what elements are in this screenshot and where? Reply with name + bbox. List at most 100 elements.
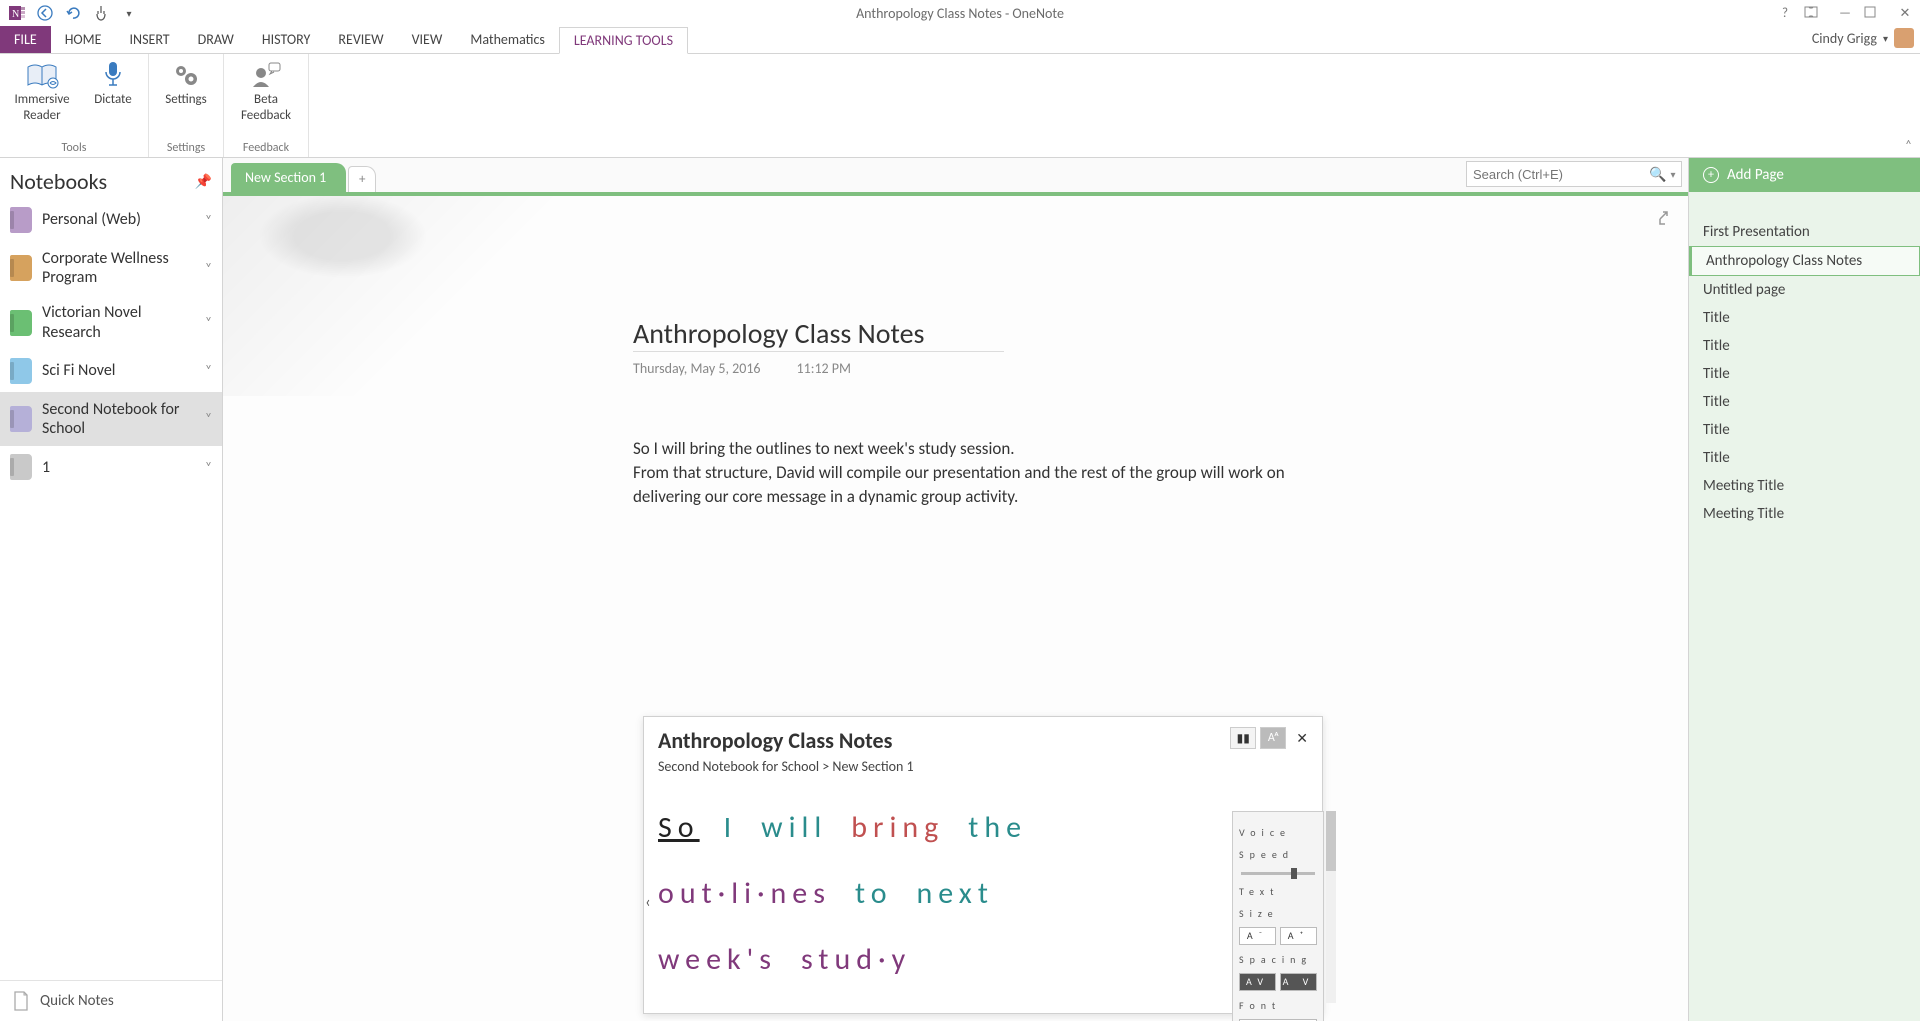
page-item[interactable]: Anthropology Class Notes <box>1689 246 1920 276</box>
notebooks-header: Notebooks <box>10 168 107 195</box>
section-tabs-bar: New Section 1 + 🔍 ▾ <box>223 158 1688 192</box>
page-surface[interactable]: Anthropology Class Notes Thursday, May 5… <box>223 196 1688 1021</box>
ribbon-group-settings: Settings Settings <box>149 54 224 157</box>
undo-button[interactable] <box>62 2 84 24</box>
immersive-reader-button[interactable]: ImmersiveReader <box>10 58 74 123</box>
add-section-button[interactable]: + <box>348 166 376 192</box>
tab-learning-tools[interactable]: LEARNING TOOLS <box>559 27 688 54</box>
touch-mode-button[interactable] <box>90 2 112 24</box>
back-button[interactable] <box>34 2 56 24</box>
full-screen-button[interactable] <box>1804 6 1826 21</box>
notebook-swatch <box>10 255 32 281</box>
notebook-swatch <box>10 207 32 233</box>
tab-insert[interactable]: INSERT <box>116 26 184 53</box>
tab-history[interactable]: HISTORY <box>248 26 325 53</box>
notebook-swatch <box>10 406 32 432</box>
dictate-button[interactable]: Dictate <box>88 58 138 123</box>
tab-view[interactable]: VIEW <box>398 26 457 53</box>
text-size-decrease[interactable]: A⁻ <box>1239 927 1276 945</box>
user-account[interactable]: Cindy Grigg ▾ <box>1812 28 1914 48</box>
quick-notes-button[interactable]: Quick Notes <box>0 980 222 1021</box>
add-page-button[interactable]: + Add Page <box>1689 158 1920 192</box>
search-icon[interactable]: 🔍 <box>1649 166 1666 183</box>
ribbon-collapse-button[interactable]: ˄ <box>1905 138 1912 153</box>
chevron-down-icon[interactable]: ˅ <box>205 315 212 330</box>
page-background-sketch <box>223 196 593 396</box>
immersive-prev-button[interactable]: ‹ <box>642 885 660 920</box>
tab-home[interactable]: HOME <box>51 26 116 53</box>
chevron-down-icon: ▾ <box>1312 1017 1323 1021</box>
pin-icon[interactable]: 📌 <box>195 173 212 190</box>
help-button[interactable]: ? <box>1774 6 1796 21</box>
qat-dropdown[interactable]: ▾ <box>118 2 140 24</box>
search-scope-dropdown[interactable]: ▾ <box>1666 168 1675 181</box>
center-column: New Section 1 + 🔍 ▾ Anthropology Class N… <box>223 158 1688 1021</box>
page-item[interactable]: Title <box>1689 304 1920 332</box>
page-list: First PresentationAnthropology Class Not… <box>1689 192 1920 1021</box>
tab-file[interactable]: FILE <box>0 26 51 53</box>
immersive-parts-of-speech-button[interactable]: ▮▮ <box>1230 727 1256 749</box>
notebook-item[interactable]: Personal (Web) ˅ <box>0 199 222 241</box>
notebook-name: Corporate Wellness Program <box>42 249 195 287</box>
page-title[interactable]: Anthropology Class Notes <box>633 316 1004 352</box>
pop-out-icon[interactable] <box>1658 210 1674 226</box>
page-item[interactable]: First Presentation <box>1689 218 1920 246</box>
immersive-title: Anthropology Class Notes <box>658 727 892 754</box>
minimize-button[interactable]: — <box>1834 6 1856 21</box>
tab-draw[interactable]: DRAW <box>184 26 248 53</box>
page-item[interactable]: Title <box>1689 360 1920 388</box>
notebook-item[interactable]: Sci Fi Novel ˅ <box>0 350 222 392</box>
notebook-name: 1 <box>42 458 195 477</box>
immersive-breadcrumb: Second Notebook for School > New Section… <box>644 758 1322 785</box>
page-item[interactable]: Meeting Title <box>1689 472 1920 500</box>
add-page-label: Add Page <box>1727 166 1784 184</box>
page-item[interactable]: Title <box>1689 388 1920 416</box>
chevron-down-icon[interactable]: ˅ <box>205 363 212 378</box>
notebook-swatch <box>10 454 32 480</box>
chevron-down-icon[interactable]: ˅ <box>205 460 212 475</box>
beta-feedback-button[interactable]: BetaFeedback <box>234 58 298 123</box>
chevron-down-icon[interactable]: ˅ <box>205 213 212 228</box>
text-size-increase[interactable]: A⁺ <box>1280 927 1317 945</box>
chevron-down-icon[interactable]: ˅ <box>205 261 212 276</box>
immersive-scrollbar[interactable] <box>1326 811 1336 1003</box>
window-title: Anthropology Class Notes - OneNote <box>856 5 1064 22</box>
notebook-name: Personal (Web) <box>42 210 195 229</box>
notebook-item[interactable]: Corporate Wellness Program ˅ <box>0 241 222 295</box>
notebook-item[interactable]: Victorian Novel Research ˅ <box>0 295 222 349</box>
close-button[interactable]: ✕ <box>1894 6 1916 21</box>
page-item[interactable]: Title <box>1689 332 1920 360</box>
page-icon <box>12 991 30 1011</box>
ribbon-tabs: FILE HOME INSERT DRAW HISTORY REVIEW VIE… <box>0 26 1920 54</box>
svg-text:N: N <box>12 9 19 20</box>
maximize-button[interactable] <box>1864 6 1886 21</box>
settings-button[interactable]: Settings <box>159 58 213 108</box>
immersive-body: ‹ So I will bring the out·li·nes to next <box>644 785 1322 1013</box>
microphone-icon <box>96 58 130 92</box>
note-text[interactable]: So I will bring the outlines to next wee… <box>633 437 1333 508</box>
page-item[interactable]: Untitled page <box>1689 276 1920 304</box>
spacing-narrow[interactable]: AV <box>1239 973 1276 991</box>
user-name-label: Cindy Grigg <box>1812 30 1877 47</box>
spacing-wide[interactable]: A V <box>1280 973 1317 991</box>
immersive-text-prefs-button[interactable]: Aᴬ <box>1260 727 1286 749</box>
page-item[interactable]: Title <box>1689 416 1920 444</box>
voice-speed-slider[interactable] <box>1241 872 1315 875</box>
page-item[interactable]: Meeting Title <box>1689 500 1920 528</box>
tab-mathematics[interactable]: Mathematics <box>456 26 559 53</box>
notebook-item[interactable]: 1 ˅ <box>0 446 222 488</box>
immersive-close-button[interactable]: ✕ <box>1296 730 1308 747</box>
notebook-name: Victorian Novel Research <box>42 303 195 341</box>
page-item[interactable]: Title <box>1689 444 1920 472</box>
tab-review[interactable]: REVIEW <box>324 26 397 53</box>
page-time: 11:12 PM <box>797 360 852 377</box>
chevron-down-icon[interactable]: ˅ <box>205 411 212 426</box>
search-box[interactable]: 🔍 ▾ <box>1466 161 1682 187</box>
page-date: Thursday, May 5, 2016 <box>633 360 761 377</box>
search-input[interactable] <box>1473 167 1649 182</box>
notebooks-sidebar: Notebooks 📌 Personal (Web) ˅ Corporate W… <box>0 158 223 1021</box>
main: Notebooks 📌 Personal (Web) ˅ Corporate W… <box>0 158 1920 1021</box>
notebook-item[interactable]: Second Notebook for School ˅ <box>0 392 222 446</box>
notebook-name: Second Notebook for School <box>42 400 195 438</box>
section-tab-active[interactable]: New Section 1 <box>231 163 346 192</box>
